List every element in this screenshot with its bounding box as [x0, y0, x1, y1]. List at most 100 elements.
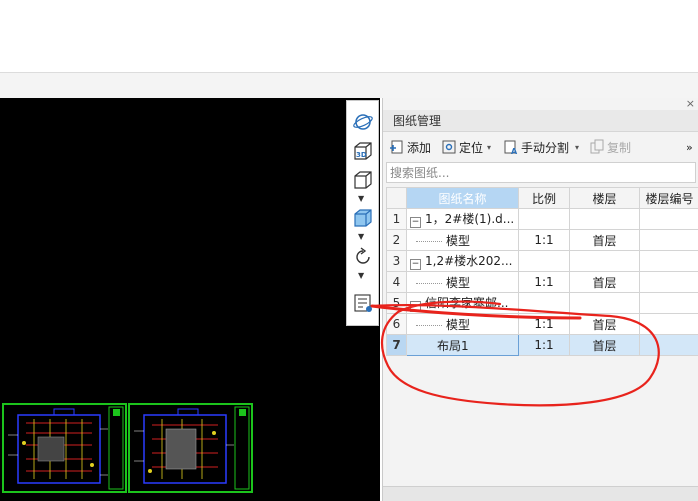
panel-scrollbar[interactable]	[383, 486, 698, 501]
table-header-row: 图纸名称 比例 楼层 楼层编号	[386, 187, 698, 209]
floor-number-cell[interactable]	[639, 250, 698, 272]
copy-button[interactable]: 复制	[589, 137, 631, 157]
drawing-thumbnail[interactable]	[128, 403, 253, 493]
drawing-name: 模型	[446, 275, 471, 290]
column-header-floor-number[interactable]: 楼层编号	[639, 187, 698, 209]
drawing-name-cell[interactable]: − 信阳李家寨邮...	[406, 292, 519, 314]
scale-cell[interactable]: 1:1	[518, 271, 570, 293]
locate-icon	[442, 140, 456, 154]
collapse-icon[interactable]: −	[410, 217, 421, 228]
floor-number-cell[interactable]	[639, 334, 698, 356]
floor-plan-preview	[134, 406, 250, 490]
drawing-canvas[interactable]	[0, 98, 380, 501]
locate-button[interactable]: 定位 ▾	[441, 137, 491, 157]
chevron-down-icon[interactable]: ▾	[575, 143, 579, 152]
app-window: 3D ▼ ▼ ▼ × 图纸管理 添加 定位 ▾ A 手动分割 ▾ 复制 » 搜索…	[0, 0, 698, 501]
3d-view-icon[interactable]: 3D	[351, 140, 375, 162]
chevron-down-icon[interactable]: ▼	[358, 194, 364, 203]
scale-cell[interactable]	[518, 208, 570, 230]
floor-cell[interactable]	[569, 250, 640, 272]
split-icon: A	[504, 140, 518, 155]
floor-cell[interactable]: 首层	[569, 229, 640, 251]
drawing-name: 模型	[446, 233, 471, 248]
scale-cell[interactable]: 1:1	[518, 229, 570, 251]
floor-number-cell[interactable]	[639, 313, 698, 335]
drawing-table: 图纸名称 比例 楼层 楼层编号 1 −1，2#楼(1).d... 2 模型 1:…	[386, 187, 698, 356]
row-number: 5	[386, 292, 407, 314]
more-options-icon[interactable]: »	[686, 137, 693, 157]
add-button-label: 添加	[407, 140, 432, 155]
svg-text:A: A	[511, 147, 518, 155]
add-drawing-icon	[390, 140, 403, 154]
cube-view-icon[interactable]	[351, 169, 375, 191]
tree-connector	[416, 282, 442, 284]
table-row[interactable]: 6 模型 1:1 首层	[386, 313, 698, 335]
orbit-icon[interactable]	[351, 111, 375, 133]
table-row[interactable]: 2 模型 1:1 首层	[386, 229, 698, 251]
drawing-name-cell[interactable]: 布局1	[406, 334, 519, 356]
collapse-icon[interactable]: −	[410, 259, 421, 270]
chevron-down-icon[interactable]: ▼	[358, 232, 364, 241]
scale-cell[interactable]	[518, 250, 570, 272]
column-header-scale[interactable]: 比例	[518, 187, 570, 209]
manual-split-button-label: 手动分割	[521, 140, 570, 155]
rotate-icon[interactable]	[351, 246, 375, 268]
tree-connector	[416, 324, 442, 326]
drawing-name-cell[interactable]: 模型	[406, 271, 519, 293]
table-row[interactable]: 1 −1，2#楼(1).d...	[386, 208, 698, 230]
floor-plan-preview	[8, 406, 124, 490]
cube-solid-icon[interactable]	[351, 207, 375, 229]
drawing-thumbnail[interactable]	[2, 403, 127, 493]
column-header-name[interactable]: 图纸名称	[406, 187, 519, 209]
drawing-name-cell[interactable]: −1，2#楼(1).d...	[406, 208, 519, 230]
drawing-name: 1,2#楼水202...	[425, 254, 513, 268]
panel-title: 图纸管理	[383, 110, 698, 132]
add-button[interactable]: 添加	[389, 137, 431, 157]
table-row[interactable]: 3 −1,2#楼水202...	[386, 250, 698, 272]
chevron-down-icon[interactable]: ▾	[487, 143, 491, 152]
drawing-name-cell[interactable]: 模型	[406, 229, 519, 251]
chevron-down-icon[interactable]: ▼	[358, 271, 364, 280]
drawing-name: 模型	[446, 317, 471, 332]
column-header-floor[interactable]: 楼层	[569, 187, 640, 209]
ribbon-separator	[0, 72, 698, 98]
table-row[interactable]: 4 模型 1:1 首层	[386, 271, 698, 293]
layer-list-icon[interactable]	[351, 292, 375, 314]
scale-cell[interactable]: 1:1	[518, 334, 570, 356]
table-row-selected[interactable]: 7 布局1 1:1 首层	[386, 334, 698, 356]
floor-cell[interactable]: 首层	[569, 271, 640, 293]
row-number: 6	[386, 313, 407, 335]
tree-connector	[416, 240, 442, 242]
floor-cell[interactable]: 首层	[569, 313, 640, 335]
drawing-name: 布局1	[437, 338, 469, 353]
scale-cell[interactable]	[518, 292, 570, 314]
copy-button-label: 复制	[607, 140, 632, 155]
svg-text:3D: 3D	[356, 151, 367, 159]
scale-cell[interactable]: 1:1	[518, 313, 570, 335]
floor-cell[interactable]: 首层	[569, 334, 640, 356]
drawing-name: 1，2#楼(1).d...	[425, 212, 515, 226]
manual-split-button[interactable]: A 手动分割 ▾	[503, 137, 579, 157]
floor-number-cell[interactable]	[639, 208, 698, 230]
drawing-management-panel: × 图纸管理 添加 定位 ▾ A 手动分割 ▾ 复制 » 搜索图纸... 图纸名…	[382, 98, 698, 501]
view-toolbar: 3D ▼ ▼ ▼	[346, 100, 379, 326]
search-input[interactable]	[386, 162, 696, 183]
drawing-name-cell[interactable]: −1,2#楼水202...	[406, 250, 519, 272]
floor-cell[interactable]	[569, 292, 640, 314]
floor-cell[interactable]	[569, 208, 640, 230]
top-area	[0, 0, 698, 72]
floor-number-cell[interactable]	[639, 292, 698, 314]
row-number: 2	[386, 229, 407, 251]
row-number: 7	[386, 334, 407, 356]
panel-toolbar: 添加 定位 ▾ A 手动分割 ▾ 复制 »	[383, 134, 698, 160]
column-header-index	[386, 187, 407, 209]
floor-number-cell[interactable]	[639, 229, 698, 251]
table-row[interactable]: 5 − 信阳李家寨邮...	[386, 292, 698, 314]
drawing-name-cell[interactable]: 模型	[406, 313, 519, 335]
row-number: 1	[386, 208, 407, 230]
floor-number-cell[interactable]	[639, 271, 698, 293]
row-number: 4	[386, 271, 407, 293]
collapse-icon[interactable]: −	[410, 301, 421, 312]
close-icon[interactable]: ×	[686, 98, 695, 110]
copy-icon	[590, 139, 604, 154]
